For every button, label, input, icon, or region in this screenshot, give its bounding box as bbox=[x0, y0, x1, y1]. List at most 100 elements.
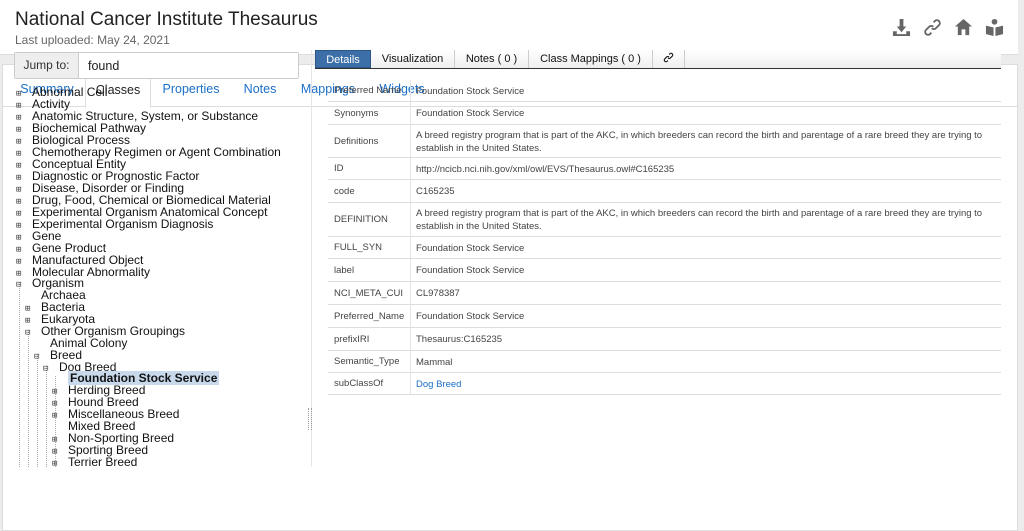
expand-icon[interactable]: ⊞ bbox=[16, 160, 24, 171]
detail-tab-class-mappings[interactable]: Class Mappings ( 0 ) bbox=[529, 50, 653, 68]
expand-icon[interactable]: ⊞ bbox=[16, 208, 24, 219]
expand-icon[interactable]: ⊞ bbox=[16, 184, 24, 195]
detail-key: NCI_META_CUI bbox=[334, 287, 403, 299]
collapse-icon[interactable]: ⊟ bbox=[43, 363, 51, 374]
collapse-icon[interactable]: ⊟ bbox=[16, 279, 24, 290]
column-separator bbox=[410, 237, 411, 258]
detail-tab-notes[interactable]: Notes ( 0 ) bbox=[455, 50, 529, 68]
expand-icon[interactable]: ⊞ bbox=[25, 303, 33, 314]
detail-value: Foundation Stock Service bbox=[416, 311, 525, 322]
detail-row: Semantic_Type Mammal bbox=[328, 351, 1001, 373]
detail-row: DEFINITION A breed registry program that … bbox=[328, 203, 1001, 237]
detail-row: label Foundation Stock Service bbox=[328, 259, 1001, 282]
detail-value: C165235 bbox=[416, 186, 455, 197]
column-separator bbox=[410, 259, 411, 281]
detail-key: label bbox=[334, 264, 355, 276]
detail-value[interactable]: http://ncicb.nci.nih.gov/xml/owl/EVS/The… bbox=[416, 163, 996, 176]
column-separator bbox=[410, 158, 411, 179]
link-icon[interactable] bbox=[923, 18, 942, 37]
detail-key: Semantic_Type bbox=[334, 356, 400, 367]
detail-value: A breed registry program that is part of… bbox=[416, 130, 983, 154]
tree-guide bbox=[19, 282, 20, 467]
jump-to-box: Jump to: bbox=[14, 52, 299, 79]
detail-key: Preferred_Name bbox=[334, 310, 405, 322]
detail-value: Foundation Stock Service bbox=[416, 108, 525, 119]
detail-value: CL978387 bbox=[416, 288, 460, 299]
link-icon bbox=[663, 52, 674, 65]
expand-icon[interactable]: ⊞ bbox=[16, 172, 24, 183]
column-separator bbox=[410, 282, 411, 304]
detail-row: Definitions A breed registry program that… bbox=[328, 125, 1001, 158]
detail-key: DEFINITION bbox=[334, 214, 388, 225]
superclass-link[interactable]: Dog Breed bbox=[416, 378, 996, 391]
expand-icon[interactable]: ⊞ bbox=[16, 88, 24, 99]
leaf-spacer bbox=[25, 291, 33, 299]
collapse-icon[interactable]: ⊟ bbox=[25, 327, 33, 338]
detail-key: Preferred Name bbox=[334, 85, 402, 96]
tree-node-label: Terrier Breed bbox=[68, 455, 138, 467]
jump-to-input[interactable] bbox=[79, 53, 298, 78]
column-separator bbox=[410, 305, 411, 327]
expand-icon[interactable]: ⊞ bbox=[16, 148, 24, 159]
detail-tab-bar: Details Visualization Notes ( 0 ) Class … bbox=[315, 50, 1001, 69]
tree-guide bbox=[28, 330, 29, 467]
expand-icon[interactable]: ⊞ bbox=[16, 100, 24, 111]
detail-row: Preferred Name Foundation Stock Service bbox=[328, 80, 1001, 102]
detail-key: code bbox=[334, 185, 355, 197]
column-separator bbox=[410, 125, 411, 157]
expand-icon[interactable]: ⊞ bbox=[16, 244, 24, 255]
expand-icon[interactable]: ⊞ bbox=[16, 196, 24, 207]
detail-key: Synonyms bbox=[334, 107, 379, 119]
download-icon[interactable] bbox=[892, 18, 911, 37]
column-separator bbox=[410, 102, 411, 124]
detail-row: ID http://ncicb.nci.nih.gov/xml/owl/EVS/T… bbox=[328, 158, 1001, 180]
detail-value: Foundation Stock Service bbox=[416, 86, 525, 97]
expand-icon[interactable]: ⊞ bbox=[52, 386, 60, 397]
detail-value: A breed registry program that is part of… bbox=[416, 208, 983, 232]
detail-value: Thesaurus:C165235 bbox=[416, 334, 503, 345]
book-icon[interactable] bbox=[985, 18, 1004, 37]
expand-icon[interactable]: ⊞ bbox=[16, 232, 24, 243]
class-tree: ⊞ Abnormal Cell ⊞ Activity ⊞ Anatomic Structu… bbox=[16, 86, 306, 467]
jump-to-label: Jump to: bbox=[15, 53, 79, 78]
tree-node[interactable]: ⊞ Terrier Breed bbox=[52, 456, 137, 467]
expand-icon[interactable]: ⊞ bbox=[52, 458, 60, 467]
column-separator bbox=[410, 203, 411, 236]
detail-permalink[interactable] bbox=[653, 50, 685, 68]
collapse-icon[interactable]: ⊟ bbox=[34, 351, 42, 362]
page-title: National Cancer Institute Thesaurus bbox=[15, 9, 318, 30]
column-separator bbox=[410, 373, 411, 394]
column-separator bbox=[410, 80, 411, 101]
expand-icon[interactable]: ⊞ bbox=[16, 268, 24, 279]
detail-row: Preferred_Name Foundation Stock Service bbox=[328, 305, 1001, 328]
expand-icon[interactable]: ⊞ bbox=[52, 398, 60, 409]
detail-key: prefixIRI bbox=[334, 333, 370, 345]
detail-value: Foundation Stock Service bbox=[416, 265, 525, 276]
column-separator bbox=[410, 328, 411, 350]
detail-row: NCI_META_CUI CL978387 bbox=[328, 282, 1001, 305]
expand-icon[interactable]: ⊞ bbox=[16, 220, 24, 231]
expand-icon[interactable]: ⊞ bbox=[25, 315, 33, 326]
column-separator bbox=[410, 351, 411, 372]
detail-key: FULL_SYN bbox=[334, 242, 383, 253]
detail-tab-visualization[interactable]: Visualization bbox=[371, 50, 455, 68]
detail-tab-details[interactable]: Details bbox=[315, 50, 371, 68]
pane-divider bbox=[311, 50, 312, 467]
detail-value: Foundation Stock Service bbox=[416, 243, 525, 254]
expand-icon[interactable]: ⊞ bbox=[16, 124, 24, 135]
home-icon[interactable] bbox=[954, 18, 973, 37]
expand-icon[interactable]: ⊞ bbox=[52, 446, 60, 457]
expand-icon[interactable]: ⊞ bbox=[52, 434, 60, 445]
tree-guide bbox=[37, 354, 38, 467]
detail-key: ID bbox=[334, 163, 344, 174]
detail-key: Definitions bbox=[334, 135, 379, 147]
detail-row: code C165235 bbox=[328, 180, 1001, 203]
page-header: National Cancer Institute Thesaurus Last… bbox=[0, 0, 1018, 55]
expand-icon[interactable]: ⊞ bbox=[16, 136, 24, 147]
tree-guide bbox=[46, 366, 47, 467]
expand-icon[interactable]: ⊞ bbox=[52, 410, 60, 421]
expand-icon[interactable]: ⊞ bbox=[16, 112, 24, 123]
pane-resize-handle[interactable] bbox=[308, 408, 312, 430]
leaf-spacer bbox=[52, 422, 60, 430]
expand-icon[interactable]: ⊞ bbox=[16, 256, 24, 267]
